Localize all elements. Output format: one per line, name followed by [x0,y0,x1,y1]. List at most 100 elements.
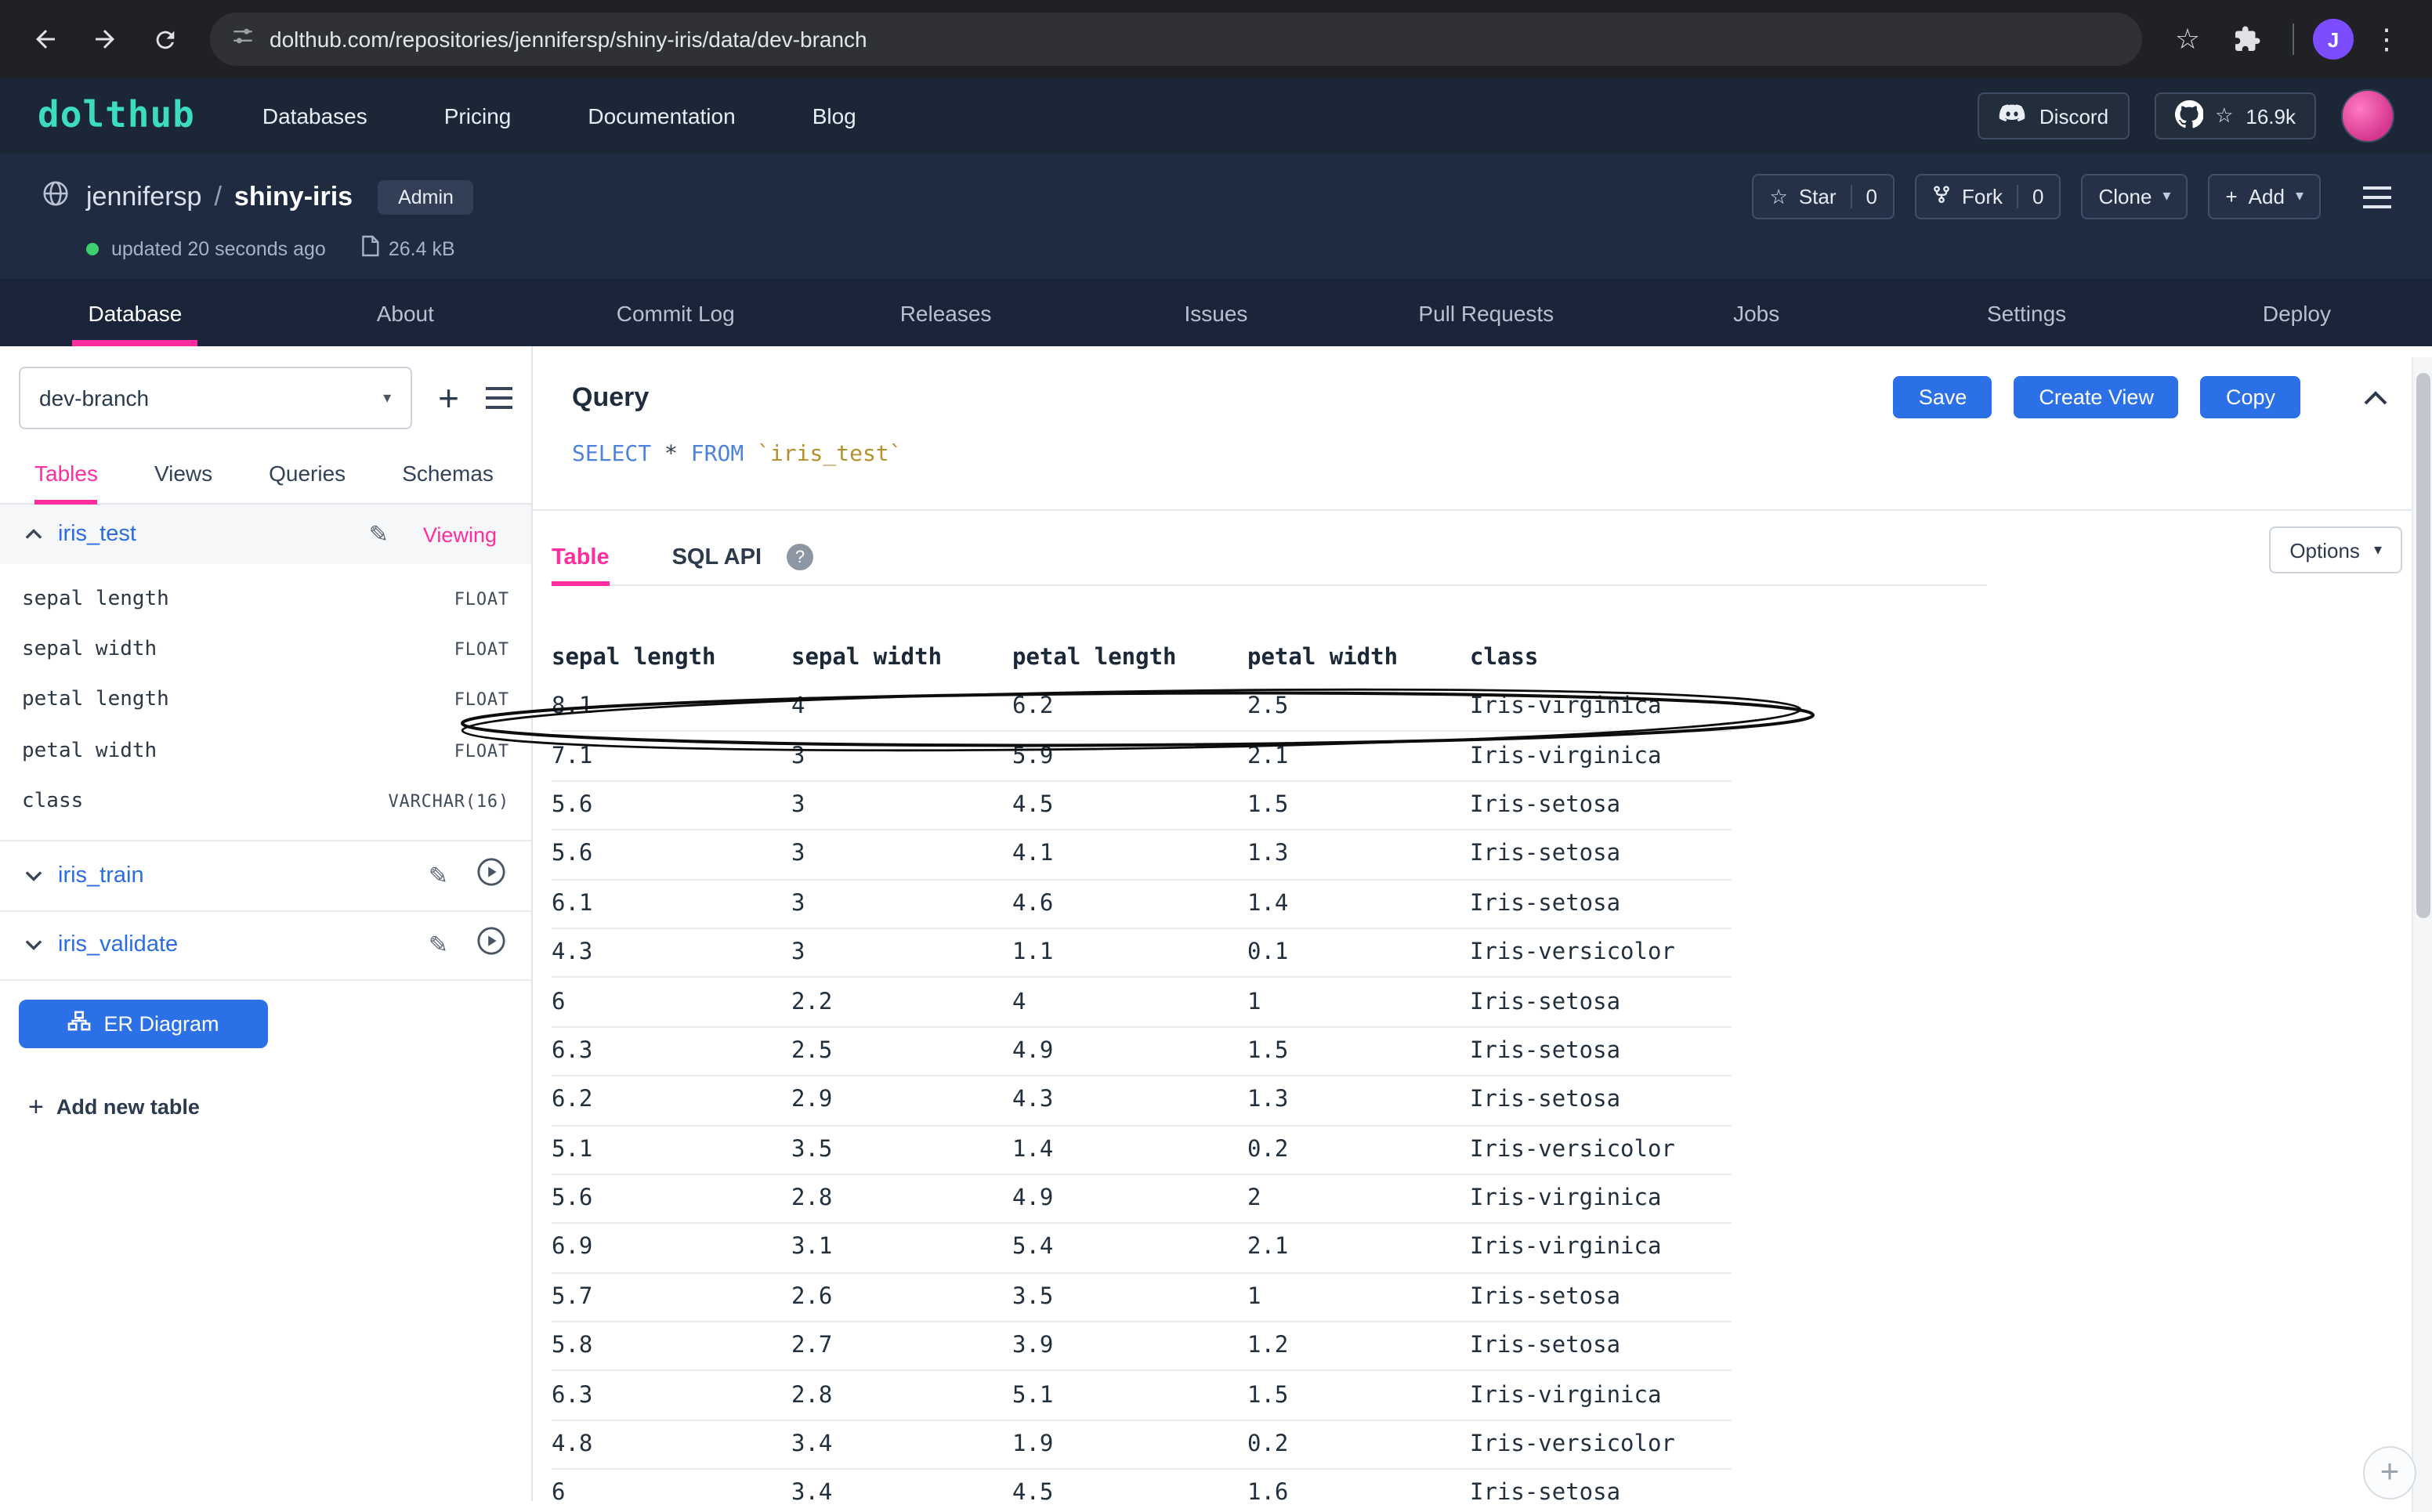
edit-icon[interactable]: ✎ [429,862,448,890]
tab-sql-api[interactable]: SQL API [672,530,762,584]
branch-selector[interactable]: dev-branch ▾ [19,367,411,429]
nav-item-pricing[interactable]: Pricing [444,103,512,128]
repo-tab-issues[interactable]: Issues [1081,279,1352,346]
chevron-up-icon[interactable] [25,520,42,548]
chevron-down-icon[interactable] [25,931,42,960]
browser-profile-avatar[interactable]: J [2313,19,2354,60]
table-cell: Iris-versicolor [1470,940,1732,965]
table-cell: 3 [791,940,1012,965]
repo-owner-link[interactable]: jennifersp [86,181,201,212]
table-cell: 6 [552,1481,791,1507]
table-cell: 4.8 [552,1432,791,1457]
add-new-table-button[interactable]: + Add new table [28,1092,531,1123]
table-cell: 3 [791,743,1012,769]
back-button[interactable] [19,13,72,66]
scrollbar-thumb[interactable] [2416,373,2430,918]
star-button[interactable]: ☆ Star 0 [1753,174,1895,219]
site-settings-icon[interactable] [232,24,254,54]
table-cell: Iris-setosa [1470,793,1732,818]
options-button[interactable]: Options ▾ [2269,526,2402,573]
table-cell: 3.4 [791,1432,1012,1457]
forward-button[interactable] [78,13,132,66]
repo-tab-database[interactable]: Database [0,279,270,346]
new-branch-icon[interactable]: + [438,380,459,416]
table-cell: 1.3 [1247,842,1470,867]
clone-button[interactable]: Clone ▾ [2081,174,2188,219]
repo-tab-pull-requests[interactable]: Pull Requests [1351,279,1621,346]
edit-icon[interactable]: ✎ [369,520,389,548]
repo-tab-settings[interactable]: Settings [1891,279,2162,346]
edit-icon[interactable]: ✎ [429,931,448,960]
table-link[interactable]: iris_test [58,522,136,547]
sidebar-tab-queries[interactable]: Queries [269,442,346,503]
play-icon[interactable] [476,857,506,895]
address-bar[interactable]: dolthub.com/repositories/jennifersp/shin… [210,13,2142,66]
table-row: 5.72.63.51Iris-setosa [552,1273,1732,1322]
url-text[interactable]: dolthub.com/repositories/jennifersp/shin… [270,27,867,52]
table-cell: Iris-virginica [1470,694,1732,719]
user-avatar[interactable] [2341,89,2394,143]
fork-button[interactable]: Fork 0 [1915,174,2061,219]
sidebar-table-iris-train[interactable]: iris_train ✎ [0,840,531,910]
star-icon: ☆ [1770,184,1788,209]
sidebar-tab-tables[interactable]: Tables [34,442,98,503]
schema-column-sepal-length: sepal lengthFLOAT [0,573,531,624]
chevron-down-icon: ▾ [2296,188,2304,205]
create-view-button[interactable]: Create View [2014,376,2179,418]
sql-query[interactable]: SELECT * FROM `iris_test` [572,442,2388,467]
repo-tab-releases[interactable]: Releases [811,279,1081,346]
zoom-plus-button[interactable]: + [2363,1446,2416,1499]
table-cell: 1.9 [1012,1432,1247,1457]
column-header-sepal-width: sepal width [791,646,1012,671]
table-cell: 1 [1247,989,1470,1015]
repo-menu-icon[interactable] [2363,186,2391,208]
repo-meta: updated 20 seconds ago 26.4 kB [86,235,2391,262]
table-body: 8.146.22.5Iris-virginica7.135.92.1Iris-v… [552,683,1732,1512]
nav-item-databases[interactable]: Databases [262,103,367,128]
table-cell: 4.3 [552,940,791,965]
table-cell: 1.5 [1247,793,1470,818]
discord-button[interactable]: Discord [1978,92,2129,139]
sidebar-tab-schemas[interactable]: Schemas [402,442,494,503]
reload-button[interactable] [138,13,191,66]
sidebar-tab-views[interactable]: Views [154,442,212,503]
play-icon[interactable] [476,927,506,964]
copy-button[interactable]: Copy [2201,376,2300,418]
table-link[interactable]: iris_train [58,863,144,888]
table-cell: 6.3 [552,1383,791,1408]
dolthub-logo[interactable]: dolthub [38,96,195,136]
sidebar-table-iris-test[interactable]: iris_test ✎ Viewing [0,505,531,564]
github-stars-button[interactable]: ☆ 16.9k [2154,92,2316,139]
chevron-down-icon[interactable] [25,862,42,890]
site-header: dolthub Databases Pricing Documentation Blo… [0,78,2432,154]
extensions-icon[interactable] [2220,13,2274,66]
save-button[interactable]: Save [1894,376,1992,418]
table-cell: Iris-setosa [1470,1088,1732,1113]
collapse-query-icon[interactable] [2363,389,2388,405]
table-cell: 0.2 [1247,1432,1470,1457]
sidebar-table-iris-validate[interactable]: iris_validate ✎ [0,910,531,981]
table-cell: 2 [1247,1186,1470,1211]
status-dot [86,242,99,255]
table-cell: 1.4 [1247,892,1470,917]
browser-menu-icon[interactable]: ⋮ [2360,13,2413,66]
sidebar-menu-icon[interactable] [486,387,512,409]
repo-tab-about[interactable]: About [270,279,541,346]
er-diagram-button[interactable]: ER Diagram [19,1000,268,1048]
page-scrollbar[interactable] [2412,357,2432,1512]
nav-item-documentation[interactable]: Documentation [588,103,735,128]
help-icon[interactable]: ? [787,544,813,570]
repo-header: jennifersp / shiny-iris Admin ☆ Star 0 F… [0,154,2432,279]
discord-icon [1999,103,2027,129]
repo-name[interactable]: shiny-iris [234,181,353,212]
add-button[interactable]: + Add ▾ [2208,174,2321,219]
fork-icon [1932,183,1951,210]
table-link[interactable]: iris_validate [58,933,178,958]
nav-item-blog[interactable]: Blog [812,103,856,128]
tab-table[interactable]: Table [552,530,610,584]
repo-tab-commit-log[interactable]: Commit Log [541,279,811,346]
table-cell: 2.5 [1247,694,1470,719]
repo-tab-jobs[interactable]: Jobs [1621,279,1891,346]
repo-tab-deploy[interactable]: Deploy [2162,279,2432,346]
bookmark-star-icon[interactable]: ☆ [2161,13,2214,66]
